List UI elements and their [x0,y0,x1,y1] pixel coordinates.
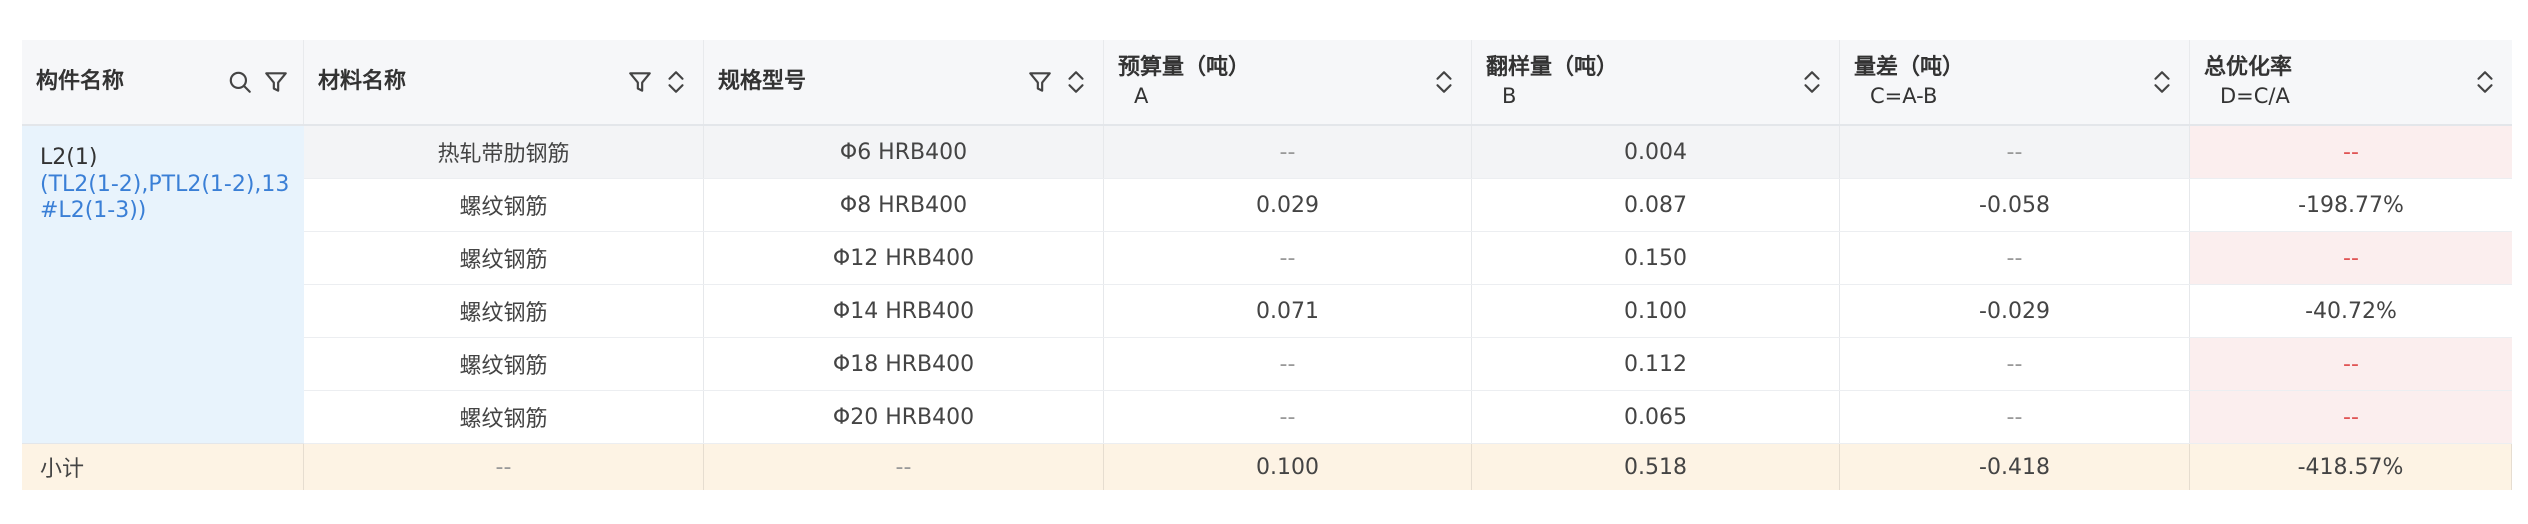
header-icons [2472,69,2498,95]
filter-icon[interactable] [1027,69,1053,95]
header-label: 规格型号 [718,69,807,94]
sort-icon[interactable] [1799,69,1825,95]
header-formula: C=A-B [1870,84,1938,108]
sort-icon[interactable] [1063,69,1089,95]
material-optimization-table: 构件名称 材料名称 规格型号 预算量（吨） A 翻样量（吨） B 量差（吨） C=A-B 总优化率… [22,40,2512,490]
cell-budget: -- [1104,232,1472,284]
cell-rate: -198.77% [2298,192,2404,218]
sort-icon[interactable] [1431,69,1457,95]
subtotal-label: 小计 [22,444,304,490]
cell-spec: Φ18 HRB400 [704,338,1104,390]
cell-budget: -- [1104,391,1472,443]
cell-diff: -0.058 [1840,179,2190,231]
cell-budget: -- [1104,126,1472,178]
header-title: 规格型号 [718,68,806,96]
search-icon[interactable] [227,69,253,95]
header-cell[interactable]: 构件名称 [22,40,304,124]
header-cell[interactable]: 翻样量（吨） B [1472,40,1840,124]
table-body: L2(1) (TL2(1-2),PTL2(1-2),13#L2(1-3)) 热轧… [22,126,2512,444]
header-cell[interactable]: 规格型号 [704,40,1104,124]
subtotal-layout: 0.518 [1472,444,1840,490]
cell-spec: Φ20 HRB400 [704,391,1104,443]
header-icons [227,69,289,95]
cell-material: 螺纹钢筋 [304,338,704,390]
subtotal-rate: -418.57% [2190,444,2512,490]
header-formula: B [1502,84,1517,108]
cell-diff: -- [1840,232,2190,284]
header-formula: A [1134,84,1149,108]
header-label: 构件名称 [36,69,125,94]
header-icons [627,69,689,95]
cell-layout: 0.100 [1472,285,1840,337]
sort-icon[interactable] [2472,69,2498,95]
header-cell[interactable]: 材料名称 [304,40,704,124]
sort-icon[interactable] [663,69,689,95]
header-label: 材料名称 [318,69,407,94]
filter-icon[interactable] [263,69,289,95]
table-row: 热轧带肋钢筋 Φ6 HRB400 -- 0.004 -- -- [304,126,2512,179]
cell-diff: -- [1840,126,2190,178]
component-name: L2(1) [40,145,98,170]
header-icons [1431,69,1457,95]
cell-budget: 0.071 [1104,285,1472,337]
filter-icon[interactable] [627,69,653,95]
header-icons [2149,69,2175,95]
header-label: 预算量（吨） [1118,55,1251,80]
cell-rate: -40.72% [2305,298,2397,324]
header-formula: D=C/A [2220,84,2290,108]
component-cell[interactable]: L2(1) (TL2(1-2),PTL2(1-2),13#L2(1-3)) [22,126,304,444]
table-row: 螺纹钢筋 Φ8 HRB400 0.029 0.087 -0.058 -198.77% [304,179,2512,232]
cell-budget: 0.029 [1104,179,1472,231]
cell-diff: -- [1840,338,2190,390]
header-cell[interactable]: 总优化率 D=C/A [2190,40,2512,124]
cell-layout: 0.004 [1472,126,1840,178]
subtotal-row: 小计 -- -- 0.100 0.518 -0.418 -418.57% [22,444,2512,490]
cell-material: 螺纹钢筋 [304,232,704,284]
cell-layout: 0.112 [1472,338,1840,390]
cell-diff: -- [1840,391,2190,443]
cell-spec: Φ12 HRB400 [704,232,1104,284]
cell-material: 螺纹钢筋 [304,285,704,337]
cell-layout: 0.150 [1472,232,1840,284]
header-label: 量差（吨） [1854,55,1965,80]
cell-rate: -- [2190,338,2512,390]
header-label: 翻样量（吨） [1486,55,1619,80]
header-label: 总优化率 [2204,55,2293,80]
header-title: 材料名称 [318,68,406,96]
cell-rate: -- [2190,126,2512,178]
component-detail-link[interactable]: (TL2(1-2),PTL2(1-2),13#L2(1-3)) [40,172,304,224]
cell-diff: -0.029 [1840,285,2190,337]
header-title: 量差（吨） C=A-B [1854,54,1964,110]
header-cell[interactable]: 量差（吨） C=A-B [1840,40,2190,124]
header-cell[interactable]: 预算量（吨） A [1104,40,1472,124]
cell-material: 螺纹钢筋 [304,391,704,443]
cell-layout: 0.087 [1472,179,1840,231]
table-row: 螺纹钢筋 Φ12 HRB400 -- 0.150 -- -- [304,232,2512,285]
subtotal-diff: -0.418 [1840,444,2190,490]
table-row: 螺纹钢筋 Φ14 HRB400 0.071 0.100 -0.029 -40.72% [304,285,2512,338]
header-title: 翻样量（吨） B [1486,54,1618,110]
sort-icon[interactable] [2149,69,2175,95]
header-title: 总优化率 D=C/A [2204,54,2292,110]
table-row: 螺纹钢筋 Φ20 HRB400 -- 0.065 -- -- [304,391,2512,444]
table-header: 构件名称 材料名称 规格型号 预算量（吨） A 翻样量（吨） B 量差（吨） C=A-B 总优化率… [22,40,2512,126]
header-icons [1799,69,1825,95]
cell-material: 热轧带肋钢筋 [304,126,704,178]
cell-budget: -- [1104,338,1472,390]
cell-spec: Φ8 HRB400 [704,179,1104,231]
header-icons [1027,69,1089,95]
material-rows: 热轧带肋钢筋 Φ6 HRB400 -- 0.004 -- -- 螺纹钢筋 Φ8 HRB400 0… [304,126,2512,444]
subtotal-material: -- [304,444,704,490]
cell-layout: 0.065 [1472,391,1840,443]
cell-spec: Φ6 HRB400 [704,126,1104,178]
cell-spec: Φ14 HRB400 [704,285,1104,337]
cell-material: 螺纹钢筋 [304,179,704,231]
subtotal-spec: -- [704,444,1104,490]
cell-rate: -- [2190,232,2512,284]
cell-rate: -- [2190,391,2512,443]
subtotal-budget: 0.100 [1104,444,1472,490]
header-title: 预算量（吨） A [1118,54,1250,110]
table-row: 螺纹钢筋 Φ18 HRB400 -- 0.112 -- -- [304,338,2512,391]
header-title: 构件名称 [36,68,124,96]
